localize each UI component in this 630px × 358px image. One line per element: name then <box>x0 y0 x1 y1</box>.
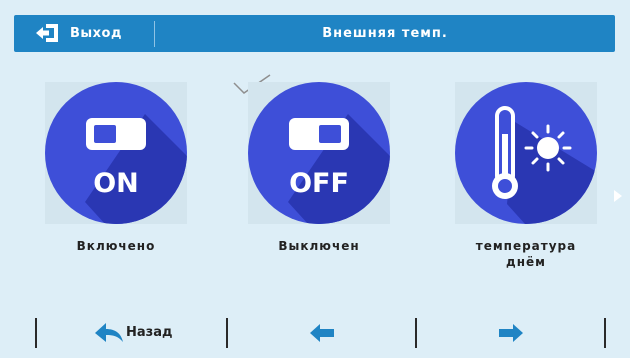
footer-nav: Назад <box>0 300 630 358</box>
footer-separator <box>604 318 606 348</box>
off-label: Выключен <box>278 239 360 253</box>
next-button[interactable] <box>417 318 604 348</box>
day-temperature-label-line1: температура <box>475 239 577 253</box>
switch-off-icon: OFF <box>248 82 390 224</box>
previous-button[interactable] <box>228 318 415 348</box>
thermometer-sun-icon <box>455 82 597 224</box>
day-temperature-label-line2: днём <box>506 255 546 269</box>
exit-label: Выход <box>70 26 122 41</box>
page-title: Внешняя темп. <box>322 26 448 41</box>
day-temperature-tile[interactable] <box>455 82 597 224</box>
exit-door-icon <box>36 24 58 42</box>
off-tile[interactable]: OFF <box>248 82 390 224</box>
on-label: Включено <box>76 239 156 253</box>
on-tile[interactable]: ON <box>45 82 187 224</box>
right-arrow-icon <box>499 324 523 342</box>
switch-off-text: OFF <box>289 168 349 199</box>
switch-on-icon: ON <box>45 82 187 224</box>
day-temperature-label: температура днём <box>426 238 626 270</box>
back-label: Назад <box>126 325 173 340</box>
next-page-hint-icon <box>614 190 622 202</box>
back-arrow-icon <box>95 323 123 342</box>
switch-on-text: ON <box>93 168 139 199</box>
header-bar: Выход Внешняя темп. <box>14 15 615 52</box>
exit-button[interactable]: Выход <box>14 15 154 52</box>
left-arrow-icon <box>310 324 334 342</box>
header: Выход Внешняя темп. <box>0 0 630 66</box>
